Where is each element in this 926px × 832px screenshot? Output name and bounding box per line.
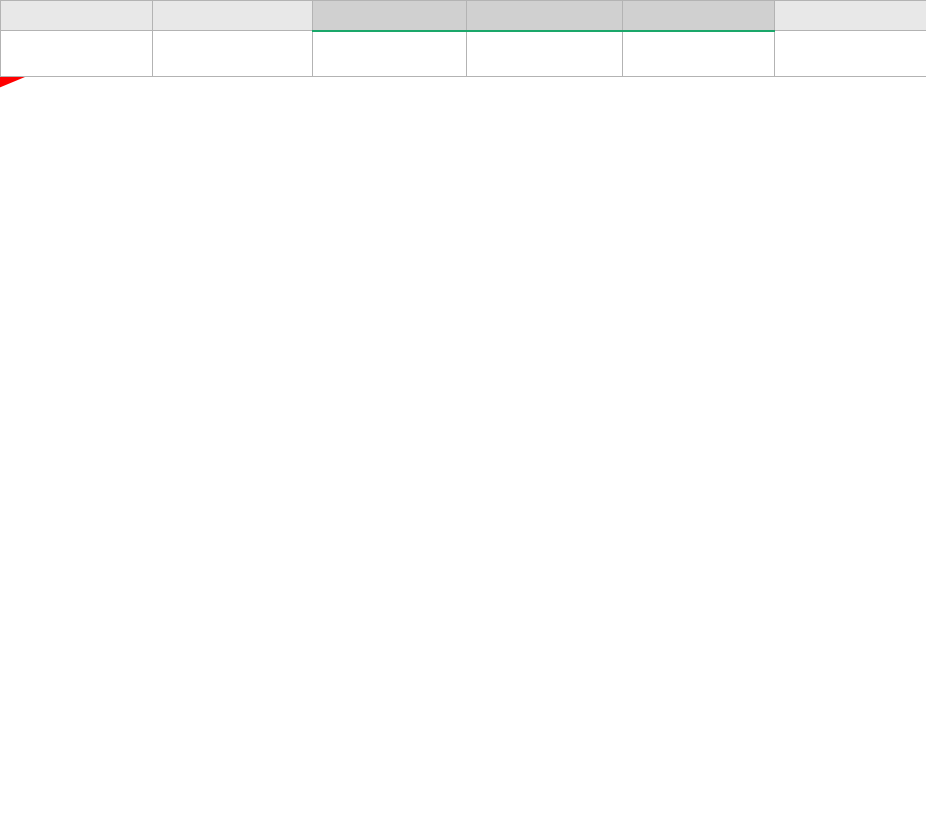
col-header-D[interactable]	[467, 1, 623, 31]
header-yingyu[interactable]	[623, 31, 775, 77]
header-seq[interactable]	[1, 31, 153, 77]
spreadsheet[interactable]	[0, 0, 926, 77]
cell-empty[interactable]	[775, 31, 926, 77]
col-header-A[interactable]	[1, 1, 153, 31]
col-header-B[interactable]	[153, 1, 313, 31]
annotation-arrow	[0, 77, 926, 832]
col-header-C[interactable]	[313, 1, 467, 31]
header-shuxue[interactable]	[467, 31, 623, 77]
table-header-row	[1, 31, 926, 77]
col-header-E[interactable]	[623, 1, 775, 31]
selection-outline	[0, 77, 4, 81]
column-header-row	[1, 1, 926, 31]
header-name[interactable]	[153, 31, 313, 77]
fill-handle[interactable]	[0, 77, 8, 85]
header-yuwen[interactable]	[313, 31, 467, 77]
col-header-F[interactable]	[775, 1, 926, 31]
grid-table[interactable]	[0, 0, 926, 77]
